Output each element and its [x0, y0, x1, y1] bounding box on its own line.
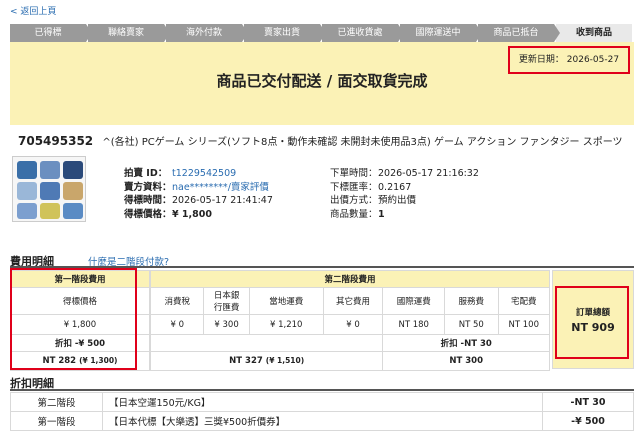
- seller-label: 賣方資料：: [124, 181, 172, 193]
- stage2-col-local-shipping: 當地運費: [248, 287, 324, 315]
- item-header: 705495352 ^(各社) PCゲーム シリーズ(ソフト8点・動作未確認 未…: [18, 133, 640, 149]
- discount-amount: -NT 30: [542, 392, 634, 412]
- won-time-value: 2026-05-17 21:41:47: [172, 195, 273, 206]
- discount-stage: 第一階段: [10, 411, 103, 431]
- update-date-label: 更新日期：: [518, 55, 564, 65]
- seller-rating-link[interactable]: /賣家評價: [228, 181, 269, 195]
- stage2-yen-discount-empty: [149, 334, 384, 352]
- discount-row: 第二階段 【日本空運150元/KG】 -NT 30: [10, 392, 634, 412]
- stage2-val-bank-fee: ¥ 300: [203, 314, 250, 335]
- step-seller-shipped: 賣家出貨: [244, 24, 326, 42]
- won-price-label: 得標價格：: [124, 208, 172, 220]
- progress-steps: 已得標 聯絡賣家 海外付款 賣家出貨 已進收貨處 國際運送中 商品已抵台 收到商…: [10, 24, 634, 42]
- stage2-val-local-shipping: ¥ 1,210: [248, 314, 324, 335]
- back-link[interactable]: < 返回上頁: [10, 4, 56, 17]
- discount-divider: [10, 389, 634, 391]
- stage2-val-other-fees: ¥ 0: [322, 314, 384, 335]
- status-title: 商品已交付配送 / 面交取貨完成: [216, 72, 428, 90]
- item-title: ^(各社) PCゲーム シリーズ(ソフト8点・動作未確認 未開封未使用品3点) …: [102, 137, 623, 148]
- stage2-discount: 折扣 -NT 30: [382, 334, 550, 352]
- stage2-val-delivery-fee: NT 100: [497, 314, 551, 335]
- stage2-nt-total: NT 300: [382, 351, 550, 371]
- stage2-col-consumption-tax: 消費稅: [149, 287, 205, 315]
- order-time-label: 下單時間：: [330, 168, 378, 179]
- stage2-col-intl-shipping: 國際運費: [382, 287, 446, 315]
- step-received-warehouse: 已進收貨處: [322, 24, 404, 42]
- rate-label: 下標匯率：: [330, 181, 378, 193]
- discount-desc: 【日本代標【大樂透】三獎¥500折價券】: [102, 411, 543, 431]
- quantity-label: 商品數量：: [330, 208, 378, 220]
- discount-desc: 【日本空運150元/KG】: [102, 392, 543, 412]
- discount-table: 第二階段 【日本空運150元/KG】 -NT 30 第一階段 【日本代標【大樂透…: [10, 392, 634, 431]
- update-date-value: 2026-05-27: [566, 55, 620, 65]
- discount-stage: 第二階段: [10, 392, 103, 412]
- stage2-yen-total-sub: (¥ 1,510): [265, 356, 305, 365]
- step-arrived-taiwan: 商品已抵台: [478, 24, 560, 42]
- discount-row: 第一階段 【日本代標【大樂透】三獎¥500折價券】 -¥ 500: [10, 411, 634, 431]
- item-id: 705495352: [18, 134, 94, 148]
- step-contact-seller: 聯絡賣家: [88, 24, 170, 42]
- step-received-item: 收到商品: [556, 24, 632, 42]
- status-banner: 更新日期： 2026-05-27 商品已交付配送 / 面交取貨完成: [10, 42, 634, 125]
- order-time-value: 2026-05-17 21:16:32: [378, 168, 479, 179]
- rate-value: 0.2167: [378, 181, 412, 193]
- seller-link[interactable]: nae********: [172, 181, 228, 195]
- stage2-val-consumption-tax: ¥ 0: [149, 314, 205, 335]
- stage2-col-bank-fee: 日本銀行匯費: [203, 287, 250, 315]
- stage2-yen-total-cell: NT 327 (¥ 1,510): [149, 351, 384, 371]
- stage2-yen-total: NT 327: [229, 356, 263, 366]
- stage2-fee-table: 第二階段費用 消費稅 日本銀行匯費 當地運費 其它費用 國際運費 服務費 宅配費…: [149, 270, 551, 371]
- item-info-left: 拍賣 ID： t1229542509 賣方資料： nae********/賣家評價 …: [124, 167, 273, 221]
- bid-method-value: 預約出價: [378, 195, 417, 206]
- auction-id-link[interactable]: t1229542509: [172, 167, 236, 181]
- order-total-highlight-box: [555, 286, 629, 359]
- step-overseas-payment: 海外付款: [166, 24, 248, 42]
- auction-id-label: 拍賣 ID：: [124, 168, 168, 179]
- stage1-highlight-box: [10, 268, 137, 370]
- step-international-shipping: 國際運送中: [400, 24, 482, 42]
- item-thumbnail[interactable]: [12, 156, 86, 222]
- discount-amount: -¥ 500: [542, 411, 634, 431]
- quantity-value: 1: [378, 208, 385, 220]
- step-won: 已得標: [10, 24, 92, 42]
- stage2-col-service-fee: 服務費: [444, 287, 499, 315]
- stage2-val-intl-shipping: NT 180: [382, 314, 446, 335]
- bid-method-label: 出價方式：: [330, 195, 378, 206]
- stage2-col-other-fees: 其它費用: [322, 287, 384, 315]
- won-time-label: 得標時間：: [124, 195, 172, 206]
- won-price-value: ¥ 1,800: [172, 208, 212, 220]
- stage2-header: 第二階段費用: [150, 270, 550, 288]
- item-info-right: 下單時間： 2026-05-17 21:16:32 下標匯率： 0.2167 出價方…: [330, 167, 479, 221]
- stage2-val-service-fee: NT 50: [444, 314, 499, 335]
- stage2-col-delivery-fee: 宅配費: [497, 287, 551, 315]
